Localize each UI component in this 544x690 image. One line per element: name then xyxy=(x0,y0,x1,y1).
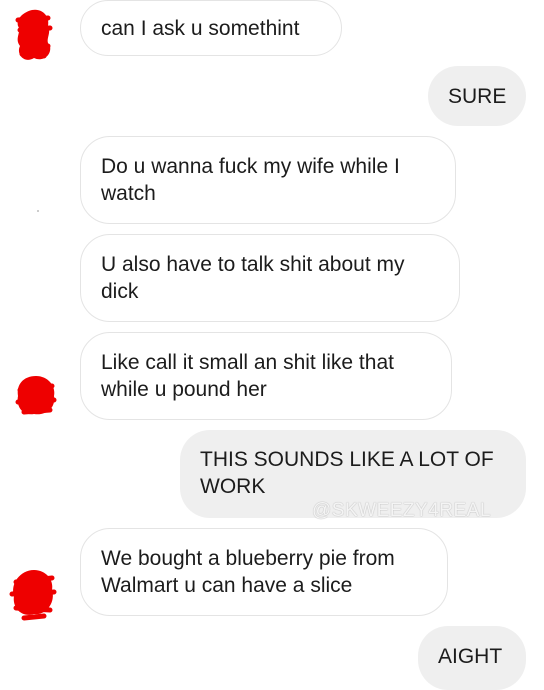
redacted-avatar-icon xyxy=(15,9,53,60)
speck xyxy=(37,210,39,212)
message-bubble-outgoing[interactable]: SURE xyxy=(428,66,526,126)
watermark: @SKWEEZY4REAL xyxy=(312,500,491,521)
message-bubble-incoming[interactable]: Like call it small an shit like that whi… xyxy=(80,332,452,420)
message-bubble-outgoing[interactable]: AIGHT xyxy=(418,626,526,690)
redacted-avatar-icon xyxy=(15,376,57,415)
message-bubble-incoming[interactable]: can I ask u somethint xyxy=(80,0,342,56)
message-bubble-incoming[interactable]: We bought a blueberry pie from Walmart u… xyxy=(80,528,448,616)
message-bubble-incoming[interactable]: U also have to talk shit about my dick xyxy=(80,234,460,322)
message-bubble-incoming[interactable]: Do u wanna fuck my wife while I watch xyxy=(80,136,456,224)
redacted-avatar-icon xyxy=(9,570,57,621)
